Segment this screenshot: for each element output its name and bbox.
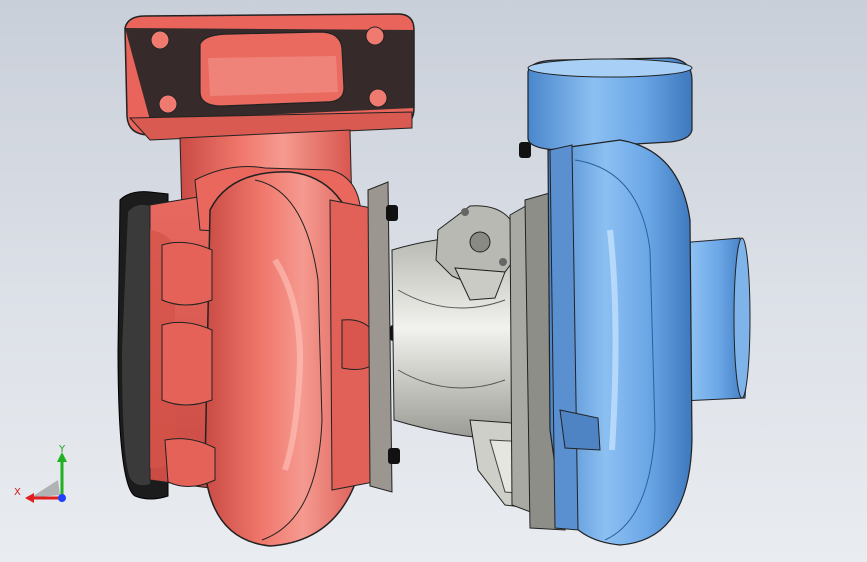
- compressor-housing[interactable]: [527, 57, 751, 546]
- z-axis-dot: [58, 494, 66, 502]
- graphics-viewport[interactable]: Y X: [0, 0, 867, 562]
- turbine-clamp-ring: [367, 181, 393, 493]
- flange-bolt-hole: [365, 26, 385, 46]
- turbine-inlet-flange[interactable]: [124, 13, 415, 141]
- center-housing[interactable]: [391, 189, 566, 531]
- x-axis-label: X: [14, 487, 21, 498]
- flange-bolt-hole: [368, 88, 388, 108]
- flange-bolt-hole: [150, 30, 170, 50]
- y-axis-label: Y: [58, 444, 66, 455]
- turbocharger-model[interactable]: [0, 0, 867, 562]
- turbine-housing[interactable]: [149, 166, 385, 547]
- flange-bolt-hole: [158, 94, 178, 114]
- view-orientation-triad[interactable]: Y X: [10, 440, 80, 510]
